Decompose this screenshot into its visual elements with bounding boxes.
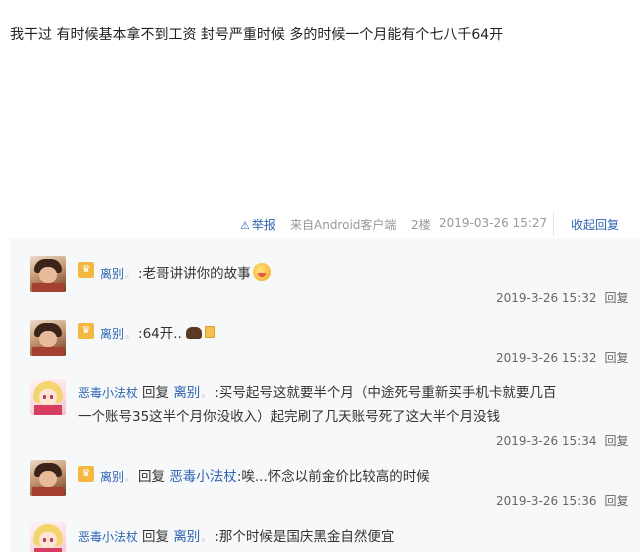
reply-text: :唉...怀念以前金价比较高的时候: [236, 469, 430, 485]
user-tag: 。: [201, 533, 212, 544]
reply-line: 离别。:64开..: [100, 322, 215, 342]
floor-number: 2楼: [411, 218, 431, 232]
avatar[interactable]: [30, 460, 66, 496]
reply-line: 离别。:老哥讲讲你的故事: [100, 262, 271, 282]
vip-badge-icon: ♛: [78, 323, 94, 339]
reply-footer: 2019-3-26 15:36 回复: [496, 492, 629, 509]
username-link[interactable]: 离别: [100, 470, 124, 484]
avatar[interactable]: [30, 256, 66, 292]
username-link[interactable]: 恶毒小法杖: [78, 386, 138, 400]
report-link[interactable]: ⚠ 举报: [240, 216, 276, 233]
username-link[interactable]: 离别: [100, 327, 124, 341]
post-datetime: 2019-03-26 15:27: [439, 216, 548, 230]
beer-emoji-icon: [204, 326, 215, 338]
reply-time: 2019-3-26 15:32: [496, 291, 597, 305]
reply-text: :老哥讲讲你的故事: [138, 266, 251, 282]
avatar[interactable]: [30, 379, 66, 415]
reply-button[interactable]: 回复: [605, 494, 629, 508]
vip-badge-icon: ♛: [78, 466, 94, 482]
post-meta-bar: ⚠ 举报 来自Android客户端 2楼 2019-03-26 15:27 收起回…: [0, 212, 640, 236]
laughing-emoji-icon: [252, 263, 271, 281]
reply-panel: ♛ 离别。:老哥讲讲你的故事 2019-3-26 15:32 回复 ♛ 离别。:6…: [10, 238, 640, 552]
divider: [553, 212, 554, 236]
reply-line: 离别。 回复 恶毒小法杖:唉...怀念以前金价比较高的时候: [100, 465, 430, 485]
reply-button[interactable]: 回复: [605, 434, 629, 448]
user-tag: 。: [125, 270, 136, 281]
user-tag: 。: [201, 389, 212, 400]
reply-to-link[interactable]: 离别: [173, 385, 200, 401]
bear-emoji-icon: [185, 327, 202, 339]
reply-footer: 2019-3-26 15:32 回复: [496, 349, 629, 366]
reply-prefix: 回复: [142, 529, 170, 545]
reply-text: :那个时候是国庆黑金自然便宜: [214, 529, 395, 545]
warning-icon: ⚠: [240, 219, 250, 232]
reply-footer: 2019-3-26 15:32 回复: [496, 289, 629, 306]
username-link[interactable]: 恶毒小法杖: [78, 530, 138, 544]
reply-time: 2019-3-26 15:36: [496, 494, 597, 508]
reply-button[interactable]: 回复: [605, 351, 629, 365]
user-tag: 。: [125, 330, 136, 341]
reply-line: 恶毒小法杖 回复 离别。:那个时候是国庆黑金自然便宜: [78, 525, 394, 545]
reply-time: 2019-3-26 15:34: [496, 434, 597, 448]
reply-button[interactable]: 回复: [605, 291, 629, 305]
reply-prefix: 回复: [138, 469, 166, 485]
username-link[interactable]: 离别: [100, 267, 124, 281]
reply-text: :64开..: [138, 326, 182, 342]
reply-text-continued: 一个账号35这半个月你没收入）起完刷了几天账号死了这大半个月没钱: [78, 409, 501, 425]
avatar[interactable]: [30, 320, 66, 356]
reply-text: :买号起号这就要半个月（中途死号重新买手机卡就要几百: [214, 385, 557, 401]
post-content: 我干过 有时候基本拿不到工资 封号严重时候 多的时候一个月能有个七八千64开: [10, 27, 504, 43]
reply-to-link[interactable]: 离别: [173, 529, 200, 545]
user-tag: 。: [125, 473, 136, 484]
reply-prefix: 回复: [142, 385, 170, 401]
vip-badge-icon: ♛: [78, 262, 94, 278]
reply-footer: 2019-3-26 15:34 回复: [496, 432, 629, 449]
report-label: 举报: [251, 218, 276, 232]
reply-time: 2019-3-26 15:32: [496, 351, 597, 365]
reply-to-link[interactable]: 恶毒小法杖: [169, 469, 237, 485]
client-source: 来自Android客户端: [290, 218, 397, 232]
reply-line: 恶毒小法杖 回复 离别。:买号起号这就要半个月（中途死号重新买手机卡就要几百: [78, 381, 556, 401]
avatar[interactable]: [30, 522, 66, 552]
collapse-replies-button[interactable]: 收起回复: [571, 216, 619, 233]
